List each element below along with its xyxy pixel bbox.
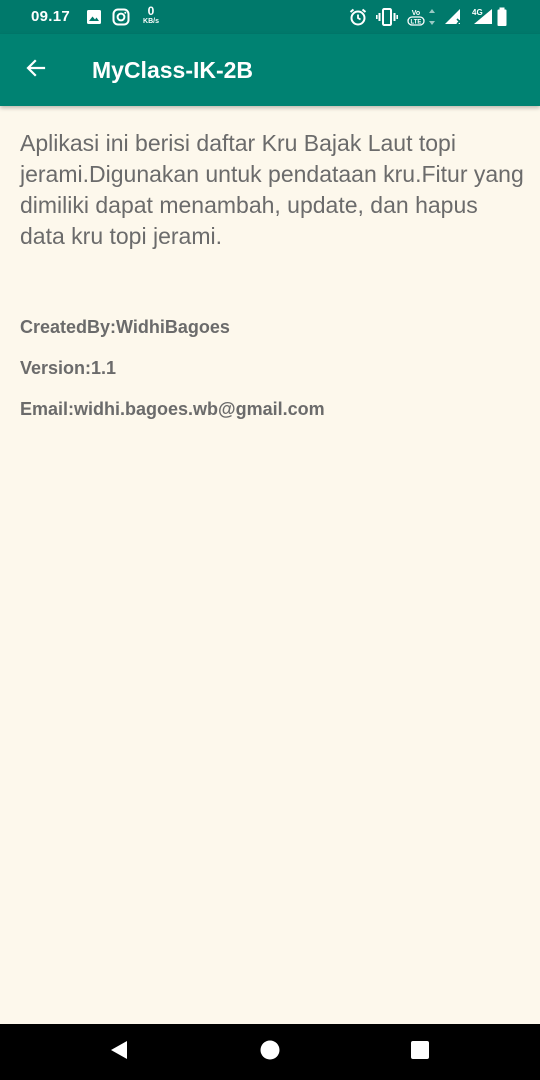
app-title: MyClass-IK-2B bbox=[92, 57, 254, 83]
app-bar: MyClass-IK-2B bbox=[0, 34, 540, 106]
arrow-back-icon bbox=[24, 56, 48, 85]
nav-recents-button[interactable] bbox=[406, 1038, 434, 1066]
app-info: CreatedBy:WidhiBagoes Version:1.1 Email:… bbox=[20, 316, 525, 439]
status-bar: 09.17 0 KB/s Vo LTE 4G bbox=[0, 0, 540, 34]
alarm-icon bbox=[348, 7, 368, 27]
app-description: Aplikasi ini berisi daftar Kru Bajak Lau… bbox=[20, 130, 524, 249]
created-by-text: CreatedBy:WidhiBagoes bbox=[20, 317, 230, 337]
signal-icon bbox=[444, 7, 464, 27]
version-text: Version:1.1 bbox=[20, 358, 117, 378]
email-text: Email:widhi.bagoes.wb@gmail.com bbox=[20, 399, 325, 419]
net-speed-value: 0 bbox=[147, 4, 155, 18]
back-button[interactable] bbox=[14, 48, 58, 92]
volte-icon: Vo LTE bbox=[406, 7, 426, 27]
svg-text:LTE: LTE bbox=[411, 20, 422, 26]
recents-square-icon bbox=[409, 1039, 431, 1066]
signal-4g-icon: 4G bbox=[470, 7, 494, 27]
home-circle-icon bbox=[259, 1039, 281, 1066]
about-content: Aplikasi ini berisi daftar Kru Bajak Lau… bbox=[20, 128, 525, 252]
nav-back-button[interactable] bbox=[105, 1038, 133, 1066]
navigation-bar bbox=[0, 1024, 540, 1080]
image-icon bbox=[86, 7, 102, 27]
nav-home-button[interactable] bbox=[256, 1038, 284, 1066]
data-arrows-icon bbox=[428, 7, 436, 27]
net-speed-unit: KB/s bbox=[143, 18, 159, 25]
vibrate-icon bbox=[376, 7, 398, 27]
battery-icon bbox=[496, 7, 508, 27]
status-time: 09.17 bbox=[31, 8, 71, 25]
svg-text:Vo: Vo bbox=[412, 10, 420, 17]
net-speed: 0 KB/s bbox=[140, 5, 162, 25]
back-triangle-icon bbox=[108, 1039, 130, 1066]
instagram-icon bbox=[112, 7, 130, 27]
svg-text:4G: 4G bbox=[472, 8, 483, 17]
